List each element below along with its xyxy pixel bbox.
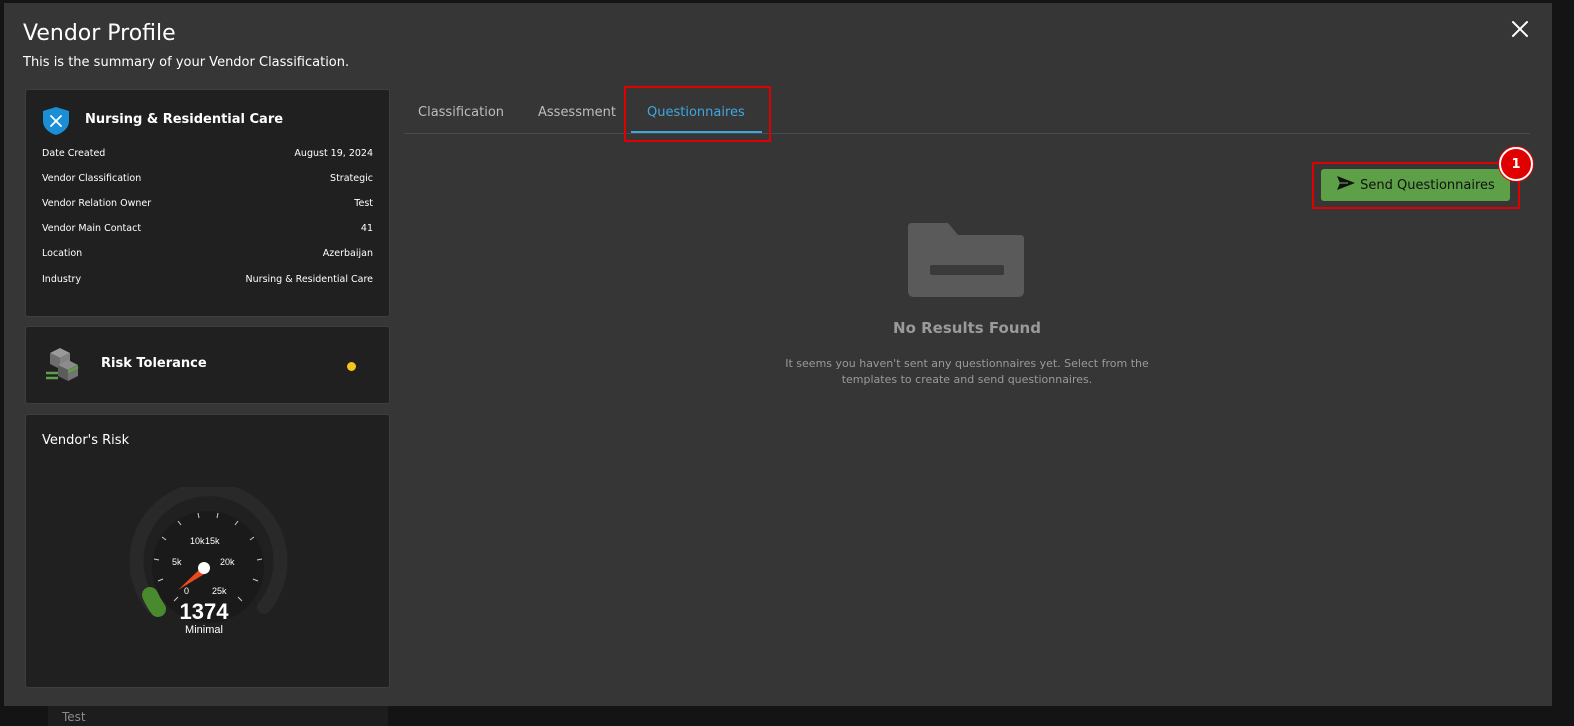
info-value: Nursing & Residential Care <box>245 274 373 285</box>
info-row-date-created: Date Created August 19, 2024 <box>42 148 373 159</box>
info-row-main-contact: Vendor Main Contact 41 <box>42 223 373 234</box>
gauge-level-arc <box>142 587 166 617</box>
info-value: Test <box>354 198 373 209</box>
empty-state-line: It seems you haven't sent any questionna… <box>785 357 1149 370</box>
gauge-tick-label: 10k <box>190 536 205 546</box>
info-row-industry: Industry Nursing & Residential Care <box>42 274 373 285</box>
gauge-tick-label: 20k <box>220 557 235 567</box>
risk-level: Minimal <box>185 624 223 636</box>
gauge-tick-label: 15k <box>205 536 220 546</box>
gauge-hub <box>198 562 210 574</box>
vendor-profile-modal: Vendor Profile This is the summary of yo… <box>4 3 1552 706</box>
gauge-tick-label: 5k <box>172 557 182 567</box>
risk-gauge: 0 5k 10k 15k 20k 25k 1374 Minimal <box>126 482 291 647</box>
shield-x-icon <box>42 106 70 136</box>
info-value: Strategic <box>330 173 373 184</box>
empty-state-line: templates to create and send questionnai… <box>841 373 1093 386</box>
risk-tolerance-title: Risk Tolerance <box>101 356 207 371</box>
tab-classification[interactable]: Classification <box>418 105 504 120</box>
info-row-location: Location Azerbaijan <box>42 248 373 259</box>
info-label: Date Created <box>42 148 106 159</box>
info-label: Vendor Main Contact <box>42 223 142 234</box>
backdrop-row <box>48 706 388 726</box>
info-label: Industry <box>42 274 82 285</box>
risk-tolerance-card: Risk Tolerance <box>25 326 390 404</box>
info-label: Vendor Classification <box>42 173 142 184</box>
vendor-risk-card: Vendor's Risk 0 5k 10k 15k 20k 25k 1374 … <box>25 414 390 688</box>
info-value: August 19, 2024 <box>294 148 373 159</box>
tab-bar: Classification Assessment Questionnaires <box>404 89 1530 134</box>
cubes-icon <box>44 345 82 385</box>
backdrop-row-text: Test <box>62 710 86 724</box>
highlight-box-button <box>1312 162 1520 209</box>
info-label: Location <box>42 248 83 259</box>
vendor-risk-title: Vendor's Risk <box>42 433 130 448</box>
info-value: 41 <box>360 223 373 234</box>
info-row-vendor-classification: Vendor Classification Strategic <box>42 173 373 184</box>
risk-score: 1374 <box>180 599 230 624</box>
gauge-tick-label: 25k <box>212 586 227 596</box>
info-label: Vendor Relation Owner <box>42 198 152 209</box>
annotation-badge: 1 <box>1499 147 1533 181</box>
close-icon[interactable] <box>1508 17 1532 41</box>
vendor-name: Nursing & Residential Care <box>85 112 284 127</box>
modal-subtitle: This is the summary of your Vendor Class… <box>23 55 350 70</box>
info-value: Azerbaijan <box>322 248 373 259</box>
gauge-tick-label: 0 <box>184 586 189 596</box>
info-row-relation-owner: Vendor Relation Owner Test <box>42 198 373 209</box>
tab-assessment[interactable]: Assessment <box>538 105 616 120</box>
empty-state-title: No Results Found <box>893 319 1041 337</box>
risk-tolerance-status-dot <box>347 362 356 371</box>
modal-title: Vendor Profile <box>23 21 176 46</box>
vendor-info-card: Nursing & Residential Care Date Created … <box>25 89 390 317</box>
highlight-box-tab <box>624 86 771 142</box>
folder-icon <box>904 221 1028 299</box>
empty-state-description: It seems you haven't sent any questionna… <box>774 356 1160 388</box>
